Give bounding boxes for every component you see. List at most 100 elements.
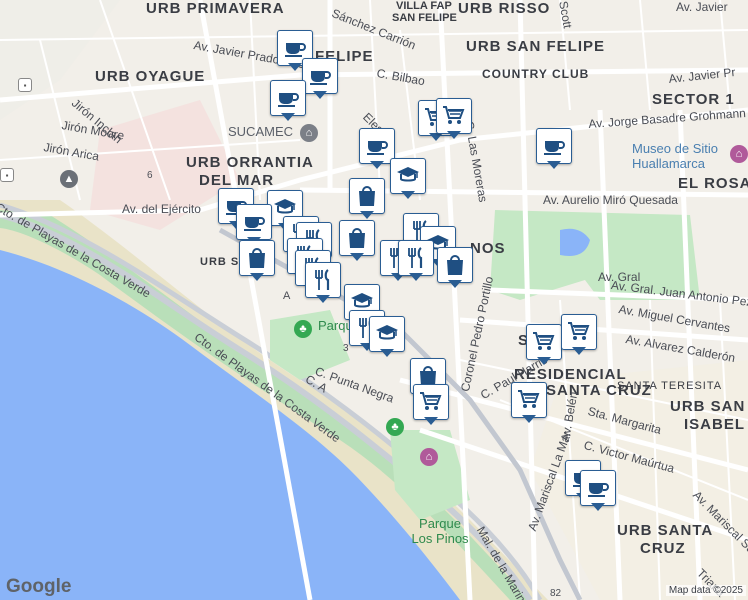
- poi-label: Museo de Sitio Huallamarca: [632, 141, 718, 171]
- marker-pointer: [380, 349, 394, 357]
- marker-box: [302, 58, 338, 94]
- cart-icon: [533, 332, 555, 350]
- park-icon[interactable]: ♣: [386, 418, 404, 436]
- cafe-marker[interactable]: [536, 128, 572, 172]
- marker-box: [390, 158, 426, 194]
- poi-museo-huallamarca[interactable]: Museo de Sitio Huallamarca: [632, 141, 732, 171]
- marker-box: [236, 204, 272, 240]
- marker-pointer: [424, 417, 438, 425]
- street-label: 82: [550, 588, 562, 599]
- google-logo: Google: [6, 576, 72, 597]
- marker-box: [369, 316, 405, 352]
- marker-box: [526, 324, 562, 360]
- street-label: Av. Aurelio Miró Quesada: [543, 193, 678, 207]
- street-label: Av. del Ejército: [122, 202, 201, 216]
- government-icon[interactable]: ⌂: [300, 124, 318, 142]
- poi-sucamec[interactable]: SUCAMEC: [228, 124, 293, 139]
- district-label: ISABEL: [684, 416, 746, 433]
- cart-marker[interactable]: [413, 384, 449, 428]
- cafe-icon: [367, 141, 388, 155]
- marker-box: [398, 240, 434, 276]
- district-label: CRUZ: [640, 540, 686, 557]
- restaurant-icon: [315, 269, 330, 290]
- marker-box: [339, 220, 375, 256]
- marker-pointer: [401, 191, 415, 199]
- district-label: NOS: [470, 240, 506, 257]
- marker-box: [561, 314, 597, 350]
- park-icon[interactable]: ♣: [294, 320, 312, 338]
- district-label: COUNTRY CLUB: [482, 67, 590, 81]
- cart-marker[interactable]: [561, 314, 597, 358]
- marker-pointer: [370, 161, 384, 169]
- shopping-bag-marker[interactable]: [239, 240, 275, 284]
- museum-icon[interactable]: ⌂: [730, 145, 748, 163]
- marker-pointer: [447, 131, 461, 139]
- restaurant-marker[interactable]: [305, 262, 341, 306]
- district-label: SAN FELIPE: [392, 12, 457, 24]
- cart-marker[interactable]: [526, 324, 562, 368]
- district-label: URB RISSO: [458, 0, 551, 17]
- shopping-bag-marker[interactable]: [339, 220, 375, 264]
- school-marker[interactable]: [369, 316, 405, 360]
- cart-icon: [518, 390, 540, 408]
- district-label: VILLA FAP: [396, 0, 452, 12]
- cart-icon: [443, 106, 465, 124]
- marker-box: [349, 178, 385, 214]
- street-label: Av. Gral: [598, 270, 641, 284]
- district-label: EL ROSAR: [678, 175, 748, 192]
- cafe-icon: [544, 141, 565, 155]
- marker-pointer: [250, 273, 264, 281]
- marker-pointer: [591, 503, 605, 511]
- cart-marker[interactable]: [436, 98, 472, 142]
- marker-pointer: [448, 280, 462, 288]
- cart-icon: [568, 322, 590, 340]
- shopping-bag-icon: [447, 255, 463, 275]
- marker-pointer: [360, 211, 374, 219]
- district-label: URB SANTA: [617, 522, 714, 539]
- marker-box: [580, 470, 616, 506]
- school-marker[interactable]: [390, 158, 426, 202]
- shopping-bag-icon: [349, 228, 365, 248]
- marker-pointer: [409, 273, 423, 281]
- shopping-bag-marker[interactable]: [437, 247, 473, 291]
- street-label: 6: [147, 170, 153, 181]
- shopping-bag-marker[interactable]: [349, 178, 385, 222]
- district-label: URB PRIMAVERA: [146, 0, 285, 17]
- marker-pointer: [313, 91, 327, 99]
- marker-pointer: [547, 161, 561, 169]
- poi-label: SUCAMEC: [228, 124, 294, 139]
- marker-box: [511, 382, 547, 418]
- marker-box: [239, 240, 275, 276]
- marker-pointer: [350, 253, 364, 261]
- school-icon: [376, 325, 398, 340]
- museum-icon[interactable]: ⌂: [420, 448, 438, 466]
- cafe-icon: [310, 71, 331, 85]
- poi-label: Parque Los Pinos: [411, 516, 469, 546]
- cafe-marker[interactable]: [302, 58, 338, 102]
- restaurant-icon: [408, 247, 423, 268]
- cafe-marker[interactable]: [580, 470, 616, 514]
- restaurant-marker[interactable]: [398, 240, 434, 284]
- school-icon: [397, 167, 419, 182]
- marker-pointer: [288, 63, 302, 71]
- map-canvas[interactable]: URB PRIMAVERA VILLA FAP SAN FELIPE URB R…: [0, 0, 748, 600]
- street-label: A: [283, 290, 291, 302]
- bus-stop-icon[interactable]: ▪: [0, 168, 14, 182]
- marker-box: [305, 262, 341, 298]
- district-label: URB SAN: [670, 398, 746, 415]
- cafe-marker[interactable]: [270, 80, 306, 124]
- bus-stop-icon[interactable]: ▪: [18, 78, 32, 92]
- district-label: URB OYAGUE: [95, 68, 206, 85]
- marker-pointer: [316, 295, 330, 303]
- cart-marker[interactable]: [511, 382, 547, 426]
- cafe-icon: [244, 217, 265, 231]
- district-label: SECTOR 1: [652, 91, 735, 108]
- shopping-bag-icon: [249, 248, 265, 268]
- cafe-icon: [588, 483, 609, 497]
- marker-pointer: [281, 113, 295, 121]
- shopping-bag-icon: [359, 186, 375, 206]
- school-icon[interactable]: ▲: [60, 170, 78, 188]
- marker-box: [270, 80, 306, 116]
- marker-pointer: [522, 415, 536, 423]
- poi-parque-los-pinos[interactable]: Parque Los Pinos: [410, 516, 470, 546]
